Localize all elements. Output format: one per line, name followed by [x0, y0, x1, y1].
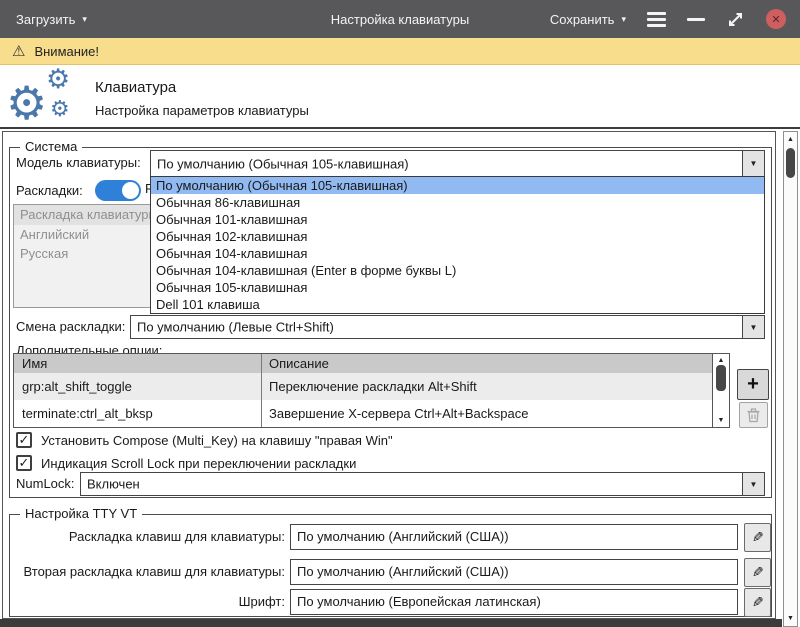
keyboard-model-dropdown-list: По умолчанию (Обычная 105-клавишная) Обы… — [150, 176, 765, 314]
table-scrollbar[interactable]: ▲ ▼ — [712, 354, 729, 427]
delete-option-button[interactable] — [739, 402, 768, 428]
layouts-label: Раскладки: — [16, 181, 83, 201]
edit-tty-layout2-button[interactable]: ✎ — [744, 558, 771, 587]
model-label: Модель клавиатуры: — [16, 153, 141, 173]
warning-icon: ⚠ — [12, 44, 25, 59]
dropdown-option[interactable]: По умолчанию (Обычная 105-клавишная) — [151, 177, 764, 194]
load-menu-button[interactable]: Загрузить ▾ — [16, 12, 87, 27]
pencil-icon: ✎ — [752, 564, 764, 581]
hamburger-icon — [647, 12, 666, 15]
system-section-legend: Система — [20, 139, 82, 154]
page-subtitle: Настройка параметров клавиатуры — [95, 103, 309, 118]
numlock-combobox[interactable]: Включен ▼ — [80, 472, 765, 496]
keyboard-model-value: По умолчанию (Обычная 105-клавишная) — [157, 156, 409, 171]
close-icon: ✕ — [771, 13, 780, 26]
main-scrollbar[interactable]: ▲ ▼ — [783, 131, 798, 627]
warning-banner: ⚠ Внимание! — [0, 38, 800, 65]
module-header: ⚙ ⚙ ⚙ Клавиатура Настройка параметров кл… — [0, 66, 800, 129]
tty-layout2-label: Вторая раскладка клавиш для клавиатуры: — [15, 559, 285, 585]
scrolllock-checkbox-row: ✓ Индикация Scroll Lock при переключении… — [16, 455, 356, 471]
save-menu-button[interactable]: Сохранить ▾ — [550, 12, 626, 27]
column-header-name: Имя — [14, 354, 261, 373]
minimize-icon — [687, 18, 705, 21]
combo-dropdown-button[interactable]: ▼ — [742, 151, 764, 176]
numlock-value: Включен — [87, 477, 140, 492]
trash-icon — [746, 407, 761, 423]
tty-layout-label: Раскладка клавиш для клавиатуры: — [15, 524, 285, 550]
tty-font-label: Шрифт: — [15, 589, 285, 615]
scroll-down-icon[interactable]: ▼ — [784, 615, 797, 622]
save-menu-label: Сохранить — [550, 12, 615, 27]
layout-switch-combobox[interactable]: По умолчанию (Левые Ctrl+Shift) ▼ — [130, 315, 765, 339]
dropdown-option[interactable]: Обычная 102-клавишная — [151, 228, 764, 245]
chevron-down-icon: ▼ — [750, 159, 758, 168]
gear-icon: ⚙ — [50, 98, 70, 120]
scroll-up-icon[interactable]: ▲ — [713, 357, 729, 364]
titlebar: Загрузить ▾ Настройка клавиатуры Сохрани… — [0, 0, 800, 38]
gear-icon: ⚙ — [6, 80, 47, 126]
tty-font-field[interactable]: По умолчанию (Европейская латинская) — [290, 589, 738, 615]
keyboard-model-combobox[interactable]: По умолчанию (Обычная 105-клавишная) ▼ — [150, 150, 765, 177]
compose-checkbox-row: ✓ Установить Compose (Multi_Key) на клав… — [16, 432, 393, 448]
dropdown-option[interactable]: Обычная 104-клавишная (Enter в форме бук… — [151, 262, 764, 279]
maximize-button[interactable] — [726, 10, 745, 29]
numlock-label: NumLock: — [16, 474, 75, 494]
dropdown-option[interactable]: Dell 101 клавиша — [151, 296, 764, 313]
keyboard-settings-icon: ⚙ ⚙ ⚙ — [4, 66, 84, 126]
plus-icon: + — [747, 373, 759, 396]
option-name-cell: terminate:ctrl_alt_bksp — [14, 400, 261, 427]
warning-text: Внимание! — [34, 44, 99, 59]
window: Загрузить ▾ Настройка клавиатуры Сохрани… — [0, 0, 800, 627]
dropdown-option[interactable]: Обычная 86-клавишная — [151, 194, 764, 211]
compose-checkbox-label: Установить Compose (Multi_Key) на клавиш… — [41, 433, 393, 448]
layout-switch-label: Смена раскладки: — [16, 317, 125, 337]
column-header-description: Описание — [261, 354, 729, 373]
scrollbar-thumb[interactable] — [716, 365, 726, 391]
hamburger-menu-button[interactable] — [647, 12, 666, 27]
check-icon: ✓ — [19, 432, 30, 448]
compose-checkbox[interactable]: ✓ — [16, 432, 32, 448]
table-row[interactable]: grp:alt_shift_toggle Переключение раскла… — [14, 373, 729, 400]
table-row[interactable]: terminate:ctrl_alt_bksp Завершение X-сер… — [14, 400, 729, 427]
chevron-down-icon: ▾ — [82, 15, 87, 24]
minimize-button[interactable] — [687, 18, 705, 21]
chevron-down-icon: ▼ — [750, 480, 758, 489]
dropdown-option[interactable]: Обычная 105-клавишная — [151, 279, 764, 296]
window-bottom-edge — [0, 619, 782, 627]
tty-layout-field[interactable]: По умолчанию (Английский (США)) — [290, 524, 738, 550]
options-table: Имя Описание grp:alt_shift_toggle Перекл… — [13, 353, 730, 428]
chevron-down-icon: ▼ — [750, 323, 758, 332]
close-button[interactable]: ✕ — [766, 9, 786, 29]
scrolllock-checkbox-label: Индикация Scroll Lock при переключении р… — [41, 456, 356, 471]
layout-switch-value: По умолчанию (Левые Ctrl+Shift) — [137, 320, 334, 335]
scroll-down-icon[interactable]: ▼ — [713, 417, 729, 424]
layouts-toggle[interactable] — [95, 180, 141, 201]
expand-icon — [726, 10, 745, 29]
check-icon: ✓ — [19, 455, 30, 471]
chevron-down-icon: ▾ — [621, 15, 626, 24]
dropdown-option[interactable]: Обычная 101-клавишная — [151, 211, 764, 228]
scrolllock-checkbox[interactable]: ✓ — [16, 455, 32, 471]
scroll-up-icon[interactable]: ▲ — [784, 136, 797, 143]
dropdown-option[interactable]: Обычная 104-клавишная — [151, 245, 764, 262]
edit-tty-font-button[interactable]: ✎ — [744, 588, 771, 617]
table-header: Имя Описание — [14, 354, 729, 373]
pencil-icon: ✎ — [752, 529, 764, 546]
option-description-cell: Переключение раскладки Alt+Shift — [261, 373, 729, 400]
gear-icon: ⚙ — [46, 66, 70, 93]
edit-tty-layout-button[interactable]: ✎ — [744, 523, 771, 552]
tty-layout2-field[interactable]: По умолчанию (Английский (США)) — [290, 559, 738, 585]
scrollbar-thumb[interactable] — [786, 148, 795, 178]
pencil-icon: ✎ — [752, 594, 764, 611]
combo-dropdown-button[interactable]: ▼ — [742, 473, 764, 495]
load-menu-label: Загрузить — [16, 12, 75, 27]
tty-section-legend: Настройка TTY VT — [20, 506, 142, 521]
option-description-cell: Завершение X-сервера Ctrl+Alt+Backspace — [261, 400, 729, 427]
page-title: Клавиатура — [95, 79, 176, 96]
option-name-cell: grp:alt_shift_toggle — [14, 373, 261, 400]
column-divider — [261, 354, 262, 427]
combo-dropdown-button[interactable]: ▼ — [742, 316, 764, 338]
add-option-button[interactable]: + — [737, 369, 769, 400]
toggle-knob — [122, 182, 139, 199]
